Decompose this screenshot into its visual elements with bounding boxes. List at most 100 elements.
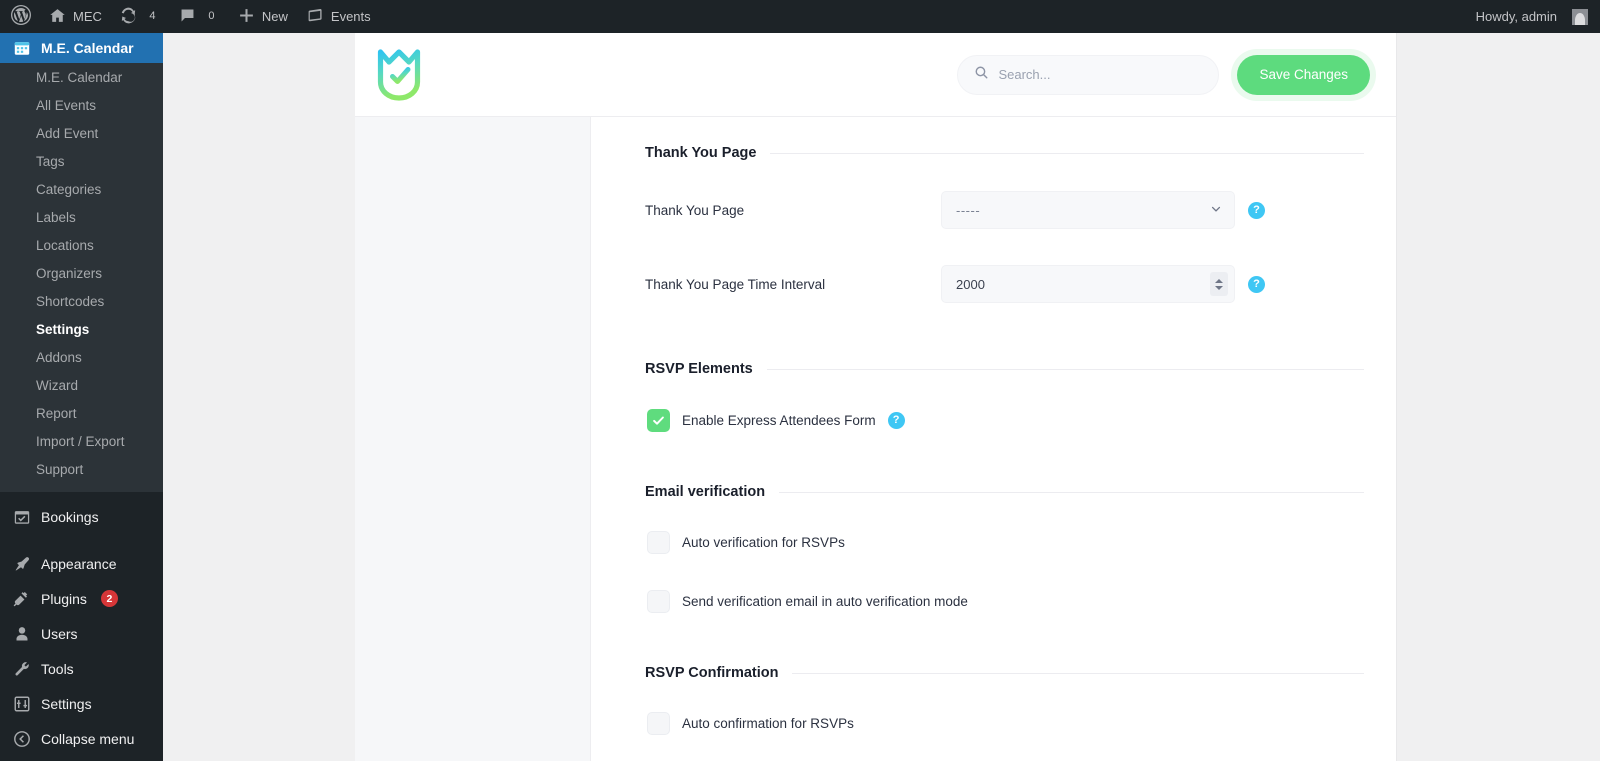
search-input[interactable] xyxy=(998,67,1203,82)
express-attendees-checkbox[interactable] xyxy=(647,409,670,432)
sidebar-item-label: Bookings xyxy=(41,509,99,525)
section-title-text: RSVP Confirmation xyxy=(645,665,779,681)
mec-shield-check-logo xyxy=(375,48,423,102)
user-avatar-icon xyxy=(1572,8,1588,25)
comments-count: 0 xyxy=(208,10,215,22)
sidebar-item-users[interactable]: Users xyxy=(0,616,163,651)
mec-header: Save Changes xyxy=(355,33,1396,117)
section-email-verification: Email verification Auto verification for… xyxy=(645,484,1364,613)
plugins-plug-icon xyxy=(12,589,32,609)
site-name-label: MEC xyxy=(73,9,102,24)
search-icon xyxy=(974,65,989,85)
sidebar-item-label: M.E. Calendar xyxy=(41,40,134,56)
auto-confirmation-checkbox[interactable] xyxy=(647,712,670,735)
users-icon xyxy=(12,624,32,644)
section-rsvp-confirmation: RSVP Confirmation Auto confirmation for … xyxy=(645,665,1364,735)
section-title-text: Thank You Page xyxy=(645,145,757,161)
new-content-button[interactable]: New xyxy=(229,0,297,33)
number-stepper[interactable] xyxy=(1210,272,1228,296)
account-menu-button[interactable]: Howdy, admin xyxy=(1467,0,1592,33)
sidebar-item-locations[interactable]: Locations xyxy=(0,232,163,260)
me-calendar-submenu: M.E. Calendar All Events Add Event Tags … xyxy=(0,63,163,492)
section-title: Email verification xyxy=(645,484,1364,500)
field-control: ----- ? xyxy=(941,191,1265,229)
sidebar-item-wp-settings[interactable]: Settings xyxy=(0,686,163,721)
sidebar-item-settings[interactable]: Settings xyxy=(0,316,163,344)
sidebar-item-organizers[interactable]: Organizers xyxy=(0,260,163,288)
sidebar-item-all-events[interactable]: All Events xyxy=(0,92,163,120)
updates-button[interactable]: 4 xyxy=(111,0,170,33)
sidebar-divider xyxy=(0,534,163,546)
sidebar-item-label: Users xyxy=(41,625,78,642)
howdy-label: Howdy, admin xyxy=(1475,9,1557,24)
site-name-button[interactable]: MEC xyxy=(40,0,111,33)
sidebar-item-add-event[interactable]: Add Event xyxy=(0,120,163,148)
mec-settings-nav-column[interactable] xyxy=(355,117,591,761)
adminbar-right-group: Howdy, admin xyxy=(1467,0,1600,33)
comment-bubble-icon xyxy=(179,7,196,27)
sidebar-item-labels[interactable]: Labels xyxy=(0,204,163,232)
sidebar-item-plugins[interactable]: Plugins 2 xyxy=(0,581,163,616)
select-value: ----- xyxy=(956,202,981,218)
field-control: 2000 ? xyxy=(941,265,1265,303)
sidebar-item-tags[interactable]: Tags xyxy=(0,148,163,176)
field-thank-you-page: Thank You Page ----- ? xyxy=(645,191,1364,229)
checkbox-label: Auto confirmation for RSVPs xyxy=(682,716,854,731)
sidebar-item-bookings[interactable]: Bookings xyxy=(0,500,163,534)
sidebar-item-appearance[interactable]: Appearance xyxy=(0,546,163,581)
mec-settings-content: Thank You Page Thank You Page ----- ? Th… xyxy=(591,117,1396,761)
new-label: New xyxy=(261,9,288,24)
events-label: Events xyxy=(330,9,371,24)
wp-body: Save Changes Thank You Page Thank You Pa… xyxy=(163,33,1600,761)
field-label: Thank You Page xyxy=(645,202,745,218)
search-box[interactable] xyxy=(957,54,1220,95)
sidebar-item-me-calendar[interactable]: M.E. Calendar xyxy=(0,33,163,63)
home-icon xyxy=(49,7,66,27)
wordpress-logo-button[interactable] xyxy=(0,0,40,33)
checkbox-label: Enable Express Attendees Form xyxy=(682,413,876,428)
comments-button[interactable]: 0 xyxy=(170,0,229,33)
checkbox-label: Auto verification for RSVPs xyxy=(682,535,845,550)
updates-icon xyxy=(120,7,137,27)
sidebar-item-wizard[interactable]: Wizard xyxy=(0,372,163,400)
mec-settings-panel: Save Changes Thank You Page Thank You Pa… xyxy=(355,33,1397,761)
mec-body: Thank You Page Thank You Page ----- ? Th… xyxy=(355,117,1396,761)
save-changes-button[interactable]: Save Changes xyxy=(1237,54,1370,95)
sidebar-item-collapse-menu[interactable]: Collapse menu xyxy=(0,721,163,756)
sidebar-item-label: Tools xyxy=(41,660,74,677)
section-rsvp-elements: RSVP Elements Enable Express Attendees F… xyxy=(645,361,1364,432)
help-icon[interactable]: ? xyxy=(1248,275,1265,293)
checkbox-row-send-verification-email: Send verification email in auto verifica… xyxy=(645,590,1364,613)
section-title-text: RSVP Elements xyxy=(645,361,753,377)
mec-header-actions: Save Changes xyxy=(957,54,1370,95)
sidebar-item-label: Collapse menu xyxy=(41,730,135,747)
sidebar-item-import-export[interactable]: Import / Export xyxy=(0,428,163,456)
events-button[interactable]: Events xyxy=(297,0,380,33)
thank-you-interval-input[interactable]: 2000 xyxy=(941,265,1235,303)
stepper-up-icon[interactable] xyxy=(1215,278,1223,283)
thank-you-page-select[interactable]: ----- xyxy=(941,191,1235,229)
sidebar-item-label: Appearance xyxy=(41,555,117,572)
sidebar-item-me-calendar-sub[interactable]: M.E. Calendar xyxy=(0,64,163,92)
collapse-arrow-icon xyxy=(12,729,32,749)
events-icon xyxy=(306,6,324,27)
stepper-down-icon[interactable] xyxy=(1215,285,1223,290)
calendar-icon xyxy=(12,38,32,58)
chevron-down-icon xyxy=(1210,203,1222,218)
sidebar-item-shortcodes[interactable]: Shortcodes xyxy=(0,288,163,316)
section-title: RSVP Elements xyxy=(645,361,1364,377)
sidebar-item-support[interactable]: Support xyxy=(0,456,163,484)
help-icon[interactable]: ? xyxy=(1248,201,1265,219)
field-label: Thank You Page Time Interval xyxy=(645,276,826,292)
sidebar-item-report[interactable]: Report xyxy=(0,400,163,428)
plugins-update-badge: 2 xyxy=(100,590,118,607)
sidebar-item-categories[interactable]: Categories xyxy=(0,176,163,204)
help-icon[interactable]: ? xyxy=(887,412,905,429)
auto-verification-checkbox[interactable] xyxy=(647,531,670,554)
wp-admin-bar: MEC 4 0 New Events Howdy, admin xyxy=(0,0,1600,33)
sidebar-item-addons[interactable]: Addons xyxy=(0,344,163,372)
checkbox-row-auto-verification: Auto verification for RSVPs xyxy=(645,531,1364,554)
sidebar-item-tools[interactable]: Tools xyxy=(0,651,163,686)
sidebar-item-label: Plugins xyxy=(41,590,87,607)
send-verification-email-checkbox[interactable] xyxy=(647,590,670,613)
